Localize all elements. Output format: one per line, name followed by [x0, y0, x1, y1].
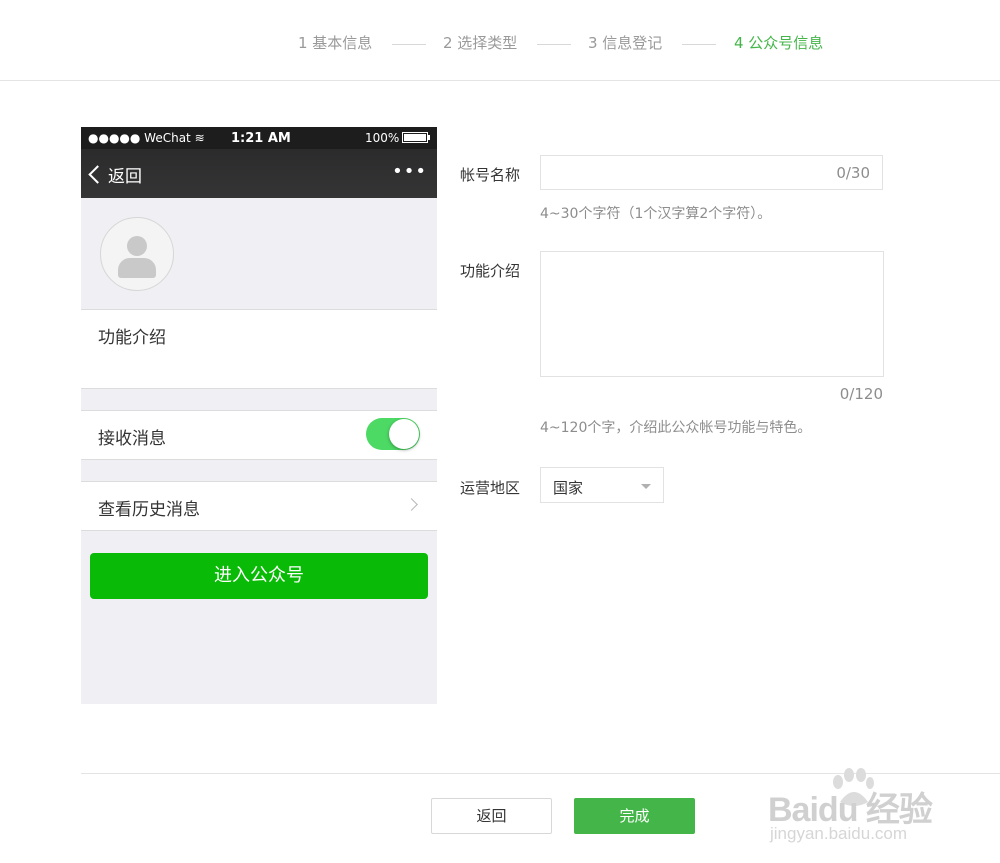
phone-intro-section: 功能介绍	[81, 309, 437, 389]
intro-label: 功能介绍	[460, 262, 521, 280]
account-name-tip: 4~30个字符（1个汉字算2个字符）。	[540, 206, 772, 222]
battery-percent: 100%	[365, 131, 400, 145]
account-name-counter: 0/30	[836, 164, 870, 182]
phone-preview: ●●●●● WeChat ≋ 1:21 AM 100% 返回 ••• 功能介绍 …	[81, 127, 437, 704]
receive-messages-row: 接收消息	[81, 410, 437, 460]
account-name-input[interactable]: 0/30	[540, 155, 883, 190]
battery-indicator: 100%	[365, 131, 431, 145]
step-4-current: 4 公众号信息	[734, 34, 824, 52]
phone-status-bar: ●●●●● WeChat ≋ 1:21 AM 100%	[81, 127, 437, 149]
baidu-jingyan-watermark: Baidu 经验 jingyan.baidu.com	[768, 768, 968, 858]
step-divider	[682, 44, 716, 45]
chevron-right-icon	[405, 498, 418, 511]
chevron-left-icon	[88, 165, 107, 184]
receive-messages-label: 接收消息	[98, 429, 166, 449]
enter-account-button: 进入公众号	[90, 553, 428, 599]
phone-back-label: 返回	[108, 167, 142, 187]
carrier-signal: ●●●●● WeChat ≋	[88, 131, 205, 145]
back-button[interactable]: 返回	[431, 798, 552, 834]
intro-counter: 0/120	[839, 385, 883, 403]
history-messages-row: 查看历史消息	[81, 481, 437, 531]
watermark-url: jingyan.baidu.com	[770, 824, 908, 843]
account-name-label: 帐号名称	[460, 166, 521, 184]
step-3: 3 信息登记	[588, 34, 663, 52]
status-time: 1:21 AM	[231, 131, 291, 146]
receive-messages-toggle	[366, 418, 420, 450]
caret-down-icon	[641, 484, 651, 489]
avatar-placeholder-icon	[100, 217, 174, 291]
step-divider	[392, 44, 426, 45]
done-button[interactable]: 完成	[574, 798, 695, 834]
phone-nav-bar: 返回 •••	[81, 149, 437, 198]
history-messages-label: 查看历史消息	[98, 500, 200, 520]
battery-icon	[402, 132, 431, 143]
profile-header	[81, 198, 437, 309]
region-select-value: 国家	[553, 479, 584, 497]
region-label: 运营地区	[460, 479, 521, 497]
more-icon: •••	[392, 161, 427, 182]
intro-tip: 4~120个字，介绍此公众帐号功能与特色。	[540, 420, 812, 436]
phone-back-button: 返回	[88, 162, 142, 187]
step-progress-bar: 1 基本信息 2 选择类型 3 信息登记 4 公众号信息	[0, 0, 1000, 81]
step-1: 1 基本信息	[298, 34, 373, 52]
phone-intro-label: 功能介绍	[98, 328, 166, 348]
region-select[interactable]: 国家	[540, 467, 664, 503]
intro-textarea[interactable]	[540, 251, 884, 377]
step-2: 2 选择类型	[443, 34, 518, 52]
step-divider	[537, 44, 571, 45]
